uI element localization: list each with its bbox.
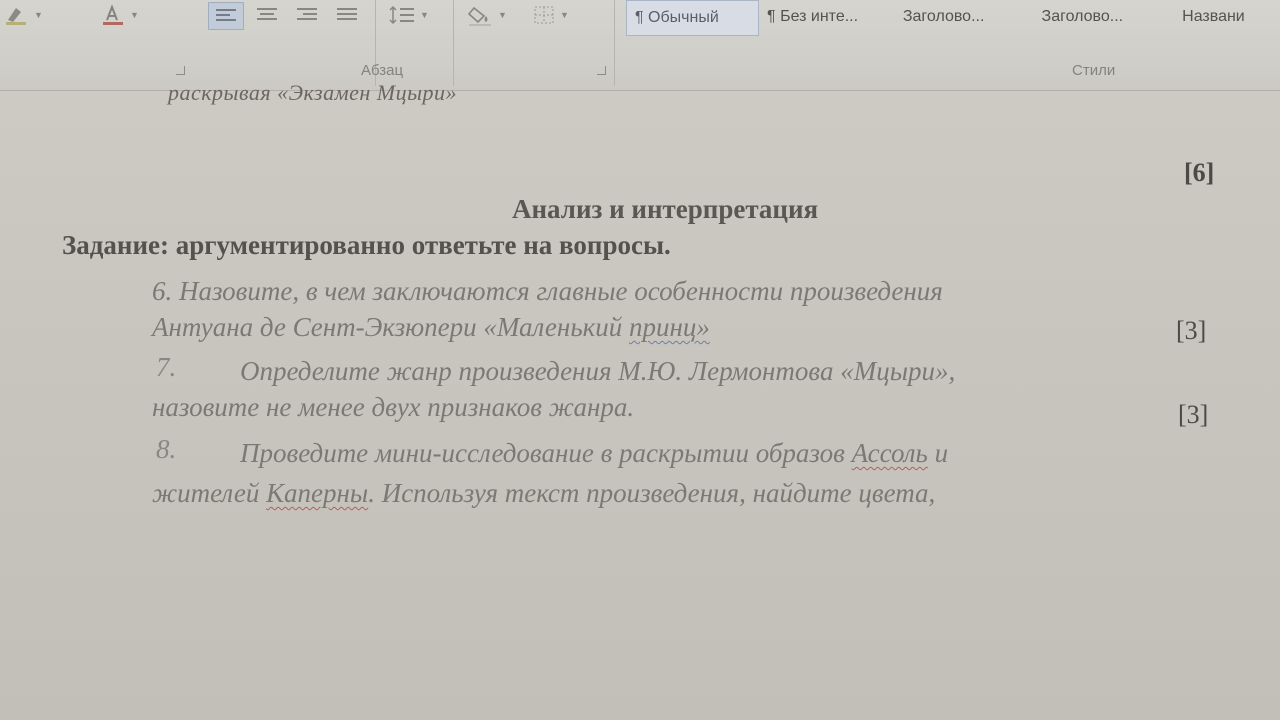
question-8-text: . Используя текст произведения, найдите … — [368, 478, 936, 508]
question-6-line-1: 6. Назовите, в чем заключаются главные о… — [152, 276, 943, 306]
shading-button[interactable]: ▼ — [466, 2, 507, 28]
align-center-icon — [255, 5, 279, 25]
question-8-text: и — [927, 438, 949, 468]
ribbon-divider — [453, 0, 454, 86]
style-normal[interactable]: ¶ Обычный — [626, 0, 760, 36]
style-heading-2[interactable]: Заголово... — [1034, 0, 1175, 34]
question-8-line-2: жителей Каперны. Используя текст произве… — [152, 478, 935, 509]
borders-button[interactable]: ▼ — [532, 2, 569, 28]
grammar-flagged-word[interactable]: принц» — [629, 312, 710, 342]
align-center-button[interactable] — [252, 2, 282, 28]
paint-bucket-icon — [466, 4, 494, 26]
question-7-number: 7. — [156, 352, 177, 382]
chevron-down-icon[interactable]: ▼ — [130, 10, 139, 20]
task-heading: Задание: аргументированно ответьте на во… — [62, 230, 671, 260]
style-title[interactable]: Названи — [1174, 0, 1280, 34]
style-heading-1[interactable]: Заголово... — [895, 0, 1034, 34]
line-spacing-button[interactable]: ▼ — [388, 2, 429, 28]
style-no-spacing[interactable]: ¶ Без инте... — [759, 0, 895, 34]
question-6-line-2: Антуана де Сент-Экзюпери «Маленький прин… — [152, 312, 710, 343]
paragraph-dialog-launcher-icon[interactable] — [597, 66, 606, 75]
paragraph-group-label: Абзац — [361, 62, 404, 79]
align-left-button[interactable] — [208, 2, 244, 30]
font-dialog-launcher-icon[interactable] — [176, 66, 185, 75]
chevron-down-icon[interactable]: ▼ — [498, 10, 507, 20]
styles-gallery: ¶ Обычный ¶ Без инте... Заголово... Заго… — [626, 0, 1280, 36]
question-8-line-1: Проведите мини-исследование в раскрытии … — [240, 438, 948, 469]
chevron-down-icon[interactable]: ▼ — [34, 10, 43, 20]
prev-score: [6] — [1184, 158, 1215, 187]
font-color-icon — [100, 4, 126, 26]
question-7-line-2: назовите не менее двух признаков жанра. — [152, 392, 635, 422]
question-6-score: [3] — [1176, 316, 1207, 345]
line-spacing-icon — [388, 4, 416, 26]
spelling-flagged-word[interactable]: Каперны — [266, 478, 368, 508]
borders-icon — [532, 4, 556, 26]
spelling-flagged-word[interactable]: Ассоль — [852, 438, 928, 468]
document-page[interactable]: раскрывая «Экзамен Мцыри» [6] Анализ и и… — [0, 80, 1280, 720]
highlighter-icon — [4, 4, 30, 26]
ribbon: ▼ ▼ ▼ ▼ ▼ Абзац Стили ¶ Обычный ¶ Без ин… — [0, 0, 1280, 91]
cut-off-text-line: раскрывая «Экзамен Мцыри» — [168, 80, 458, 105]
section-heading: Анализ и интерпретация — [512, 194, 819, 224]
font-color-button[interactable]: ▼ — [100, 2, 139, 28]
word-window: ▼ ▼ ▼ ▼ ▼ Абзац Стили ¶ Обычный ¶ Без ин… — [0, 0, 1280, 720]
question-8-text: жителей — [152, 478, 267, 508]
justify-icon — [335, 5, 359, 25]
question-7-score: [3] — [1178, 400, 1209, 429]
question-8-text: Проведите мини-исследование в раскрытии … — [240, 438, 852, 468]
styles-group-label: Стили — [1072, 62, 1116, 79]
ribbon-divider — [614, 0, 615, 86]
justify-button[interactable] — [332, 2, 362, 28]
question-7-line-1: Определите жанр произведения М.Ю. Лермон… — [240, 356, 956, 386]
question-6-text: Антуана де Сент-Экзюпери «Маленький — [152, 312, 629, 342]
align-left-icon — [214, 6, 238, 26]
question-8-number: 8. — [156, 434, 177, 464]
highlight-color-button[interactable]: ▼ — [4, 2, 43, 28]
align-right-button[interactable] — [292, 2, 322, 28]
chevron-down-icon[interactable]: ▼ — [560, 10, 569, 20]
align-right-icon — [295, 5, 319, 25]
chevron-down-icon[interactable]: ▼ — [420, 10, 429, 20]
